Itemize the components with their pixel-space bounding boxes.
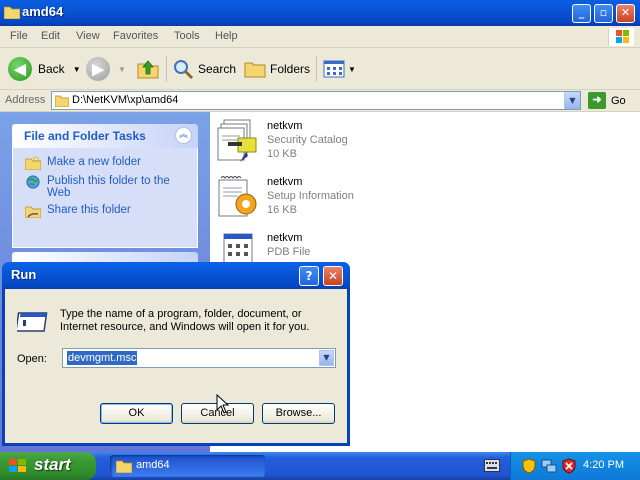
minimize-button[interactable]: _ [572, 4, 591, 23]
file-folder-tasks-panel: File and Folder Tasks ︽ Make a new folde… [12, 124, 198, 248]
task-panel-title: File and Folder Tasks [24, 129, 146, 143]
views-button[interactable]: ▼ [323, 57, 356, 81]
chevron-down-icon: ▼ [72, 64, 81, 74]
new-folder-icon [25, 156, 41, 170]
forward-button[interactable]: ▶ ▼ [86, 57, 126, 81]
collapse-chevron-icon[interactable]: ︽ [175, 127, 192, 144]
folders-label: Folders [270, 62, 311, 76]
task-make-new-folder[interactable]: Make a new folder [25, 156, 197, 170]
browse-button[interactable]: Browse... [262, 403, 335, 424]
setup-information-icon [218, 176, 257, 217]
search-label: Search [198, 62, 237, 76]
run-title: Run [11, 267, 37, 282]
toolbar-separator [166, 56, 167, 82]
chevron-down-icon: ▼ [118, 64, 126, 74]
up-folder-icon [137, 60, 159, 79]
menu-view[interactable]: View [76, 30, 100, 42]
taskbar-window-amd64[interactable]: amd64 [110, 455, 265, 477]
run-dialog: Run ? ✕ Type the name of a program, fold… [2, 262, 350, 446]
run-title-bar[interactable]: Run ? ✕ [2, 262, 350, 289]
address-bar: Address D:\NetKVM\xp\amd64 ▼ ➜ Go [0, 90, 640, 112]
toolbar: ◀ Back ▼ ▶ ▼ Search Folders ▼ [0, 48, 640, 90]
file-size: 16 KB [267, 204, 297, 216]
address-dropdown-button[interactable]: ▼ [564, 92, 580, 109]
file-name: netkvm [267, 120, 303, 132]
task-panel-body: Make a new folder Publish this folder to… [12, 148, 198, 248]
back-label: Back [38, 62, 65, 76]
help-button[interactable]: ? [299, 266, 319, 286]
open-combobox[interactable]: devmgmt.msc ▼ [62, 348, 336, 368]
file-size: 10 KB [267, 148, 297, 160]
keyboard-icon[interactable] [484, 459, 500, 472]
go-arrow-icon: ➜ [588, 92, 606, 109]
task-label: Make a new folder [47, 156, 141, 168]
mouse-cursor-icon [216, 394, 230, 414]
back-button[interactable]: ◀ Back ▼ [8, 57, 81, 81]
open-input-value[interactable]: devmgmt.msc [67, 351, 138, 365]
network-icon[interactable] [541, 458, 557, 474]
publish-web-icon [26, 175, 40, 189]
go-button[interactable]: ➜ Go [588, 92, 626, 109]
address-label: Address [5, 94, 46, 106]
clock: 4:20 PM [583, 459, 624, 471]
file-item[interactable]: netkvm Security Catalog 10 KB [216, 118, 416, 170]
window-title: amd64 [22, 4, 64, 19]
task-label: Share this folder [47, 204, 131, 216]
menu-favorites[interactable]: Favorites [113, 30, 158, 42]
task-panel-header[interactable]: File and Folder Tasks ︽ [12, 124, 198, 148]
explorer-title-bar[interactable]: amd64 _ ▫ ✕ [0, 0, 640, 26]
menu-tools[interactable]: Tools [174, 30, 200, 42]
open-label: Open: [17, 353, 47, 365]
search-icon [174, 60, 194, 80]
run-close-button[interactable]: ✕ [323, 266, 343, 286]
system-tray: 4:20 PM [510, 452, 640, 480]
back-arrow-icon: ◀ [8, 57, 32, 81]
chevron-down-icon: ▼ [348, 64, 356, 74]
windows-logo-icon [608, 28, 634, 46]
forward-arrow-icon: ▶ [86, 57, 110, 81]
folder-icon [4, 6, 20, 19]
go-label: Go [611, 94, 626, 107]
ok-button[interactable]: OK [100, 403, 173, 424]
task-label: Publish this folder to the Web [47, 175, 170, 199]
address-path: D:\NetKVM\xp\amd64 [72, 94, 179, 106]
file-item[interactable]: netkvm Setup Information 16 KB [216, 174, 416, 226]
file-name: netkvm [267, 232, 303, 244]
task-publish-web[interactable]: Publish this folder to the Web [25, 175, 197, 199]
start-label: start [34, 455, 71, 474]
maximize-button[interactable]: ▫ [594, 4, 613, 23]
taskbar: start amd64 4:20 PM [0, 452, 640, 480]
file-type: Security Catalog [267, 134, 348, 146]
up-folder-button[interactable] [136, 57, 160, 81]
security-shield-icon[interactable] [521, 458, 537, 474]
toolbar-separator [316, 56, 317, 82]
folder-icon [116, 460, 132, 473]
search-button[interactable]: Search [172, 57, 236, 81]
windows-logo-icon [9, 459, 26, 472]
menu-bar: File Edit View Favorites Tools Help [0, 26, 640, 48]
open-dropdown-button[interactable]: ▼ [319, 350, 334, 366]
security-catalog-icon [217, 119, 257, 162]
file-type: Setup Information [267, 190, 354, 202]
menu-help[interactable]: Help [215, 30, 238, 42]
folder-icon [55, 95, 69, 107]
start-button[interactable]: start [0, 452, 96, 480]
taskbar-window-label: amd64 [136, 459, 170, 471]
menu-edit[interactable]: Edit [41, 30, 60, 42]
views-icon [323, 60, 345, 78]
file-name: netkvm [267, 176, 303, 188]
file-type: PDB File [267, 246, 311, 258]
address-input[interactable]: D:\NetKVM\xp\amd64 ▼ [51, 91, 581, 110]
menu-file[interactable]: File [10, 30, 28, 42]
folders-button[interactable]: Folders [244, 57, 310, 81]
run-description: Type the name of a program, folder, docu… [60, 308, 310, 333]
close-button[interactable]: ✕ [616, 4, 635, 23]
run-icon [17, 312, 48, 332]
share-folder-icon [25, 206, 41, 218]
task-share-folder[interactable]: Share this folder [25, 204, 197, 218]
security-alert-icon[interactable] [561, 458, 577, 474]
folders-icon [244, 62, 266, 78]
